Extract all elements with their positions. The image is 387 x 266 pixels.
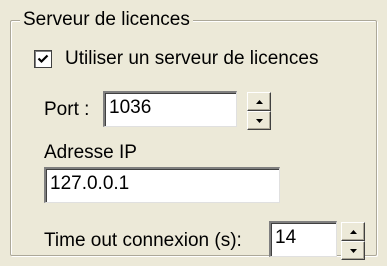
timeout-spin-up-button[interactable] [341, 222, 365, 241]
port-label: Port : [44, 99, 90, 120]
use-license-server-label: Utiliser un serveur de licences [65, 48, 319, 69]
timeout-label: Time out connexion (s): [44, 230, 242, 251]
license-server-panel: Serveur de licences Utiliser un serveur … [0, 0, 387, 266]
use-license-server-checkbox[interactable] [34, 50, 52, 68]
timeout-spinner [341, 222, 365, 260]
port-spin-up-button[interactable] [247, 92, 271, 111]
use-license-server-option[interactable]: Utiliser un serveur de licences [34, 46, 318, 72]
groupbox-title: Serveur de licences [20, 7, 193, 33]
arrow-down-icon [349, 248, 357, 253]
arrow-up-icon [255, 99, 263, 104]
timeout-spin-down-button[interactable] [341, 241, 365, 260]
ip-address-label: Adresse IP [44, 142, 137, 163]
arrow-up-icon [349, 229, 357, 234]
port-spin-down-button[interactable] [247, 111, 271, 130]
port-spinner [247, 92, 271, 130]
arrow-down-icon [255, 118, 263, 123]
ip-address-input[interactable]: 127.0.0.1 [44, 167, 280, 203]
port-input[interactable]: 1036 [103, 91, 237, 127]
checkmark-icon [37, 54, 49, 64]
timeout-input[interactable]: 14 [269, 221, 337, 257]
